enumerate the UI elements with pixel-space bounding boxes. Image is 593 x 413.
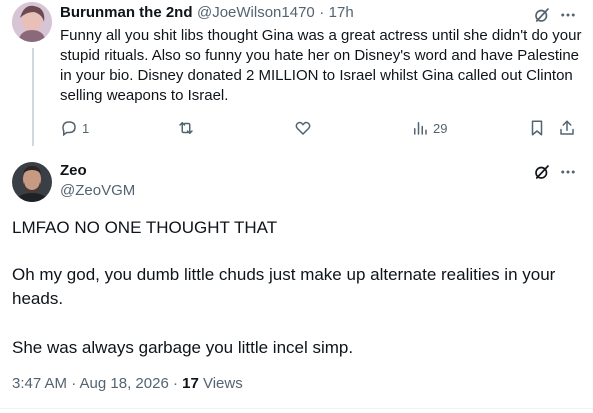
main-text-paragraph-2: Oh my god, you dumb little chuds just ma… <box>12 265 556 308</box>
views-icon <box>411 119 429 137</box>
main-timestamp[interactable]: 3:47 AM · Aug 18, 2026 · <box>12 375 178 392</box>
main-handle[interactable]: @ZeoVGM <box>60 182 135 199</box>
reply-icon <box>60 119 78 137</box>
reply-handle[interactable]: @JoeWilson1470 <box>197 4 315 21</box>
reply-text: Funny all you shit libs thought Gina was… <box>60 27 582 104</box>
divider <box>0 408 593 409</box>
reply-display-name[interactable]: Burunman the 2nd <box>60 4 193 21</box>
like-icon <box>294 119 312 137</box>
share-icon[interactable] <box>558 119 576 137</box>
reply-count: 1 <box>82 120 90 136</box>
retweet-icon <box>176 119 196 137</box>
avatar-zeo[interactable] <box>12 162 52 202</box>
like-button[interactable] <box>294 119 312 137</box>
reply-time[interactable]: 17h <box>329 4 354 21</box>
main-text-paragraph-3: She was always garbage you little incel … <box>12 338 354 357</box>
grok-icon[interactable] <box>532 162 552 182</box>
main-display-name[interactable]: Zeo <box>60 162 87 179</box>
retweet-button[interactable] <box>176 119 196 137</box>
main-text-paragraph-1: LMFAO NO ONE THOUGHT THAT <box>12 218 278 237</box>
reply-button[interactable]: 1 <box>60 119 89 137</box>
views-button[interactable]: 29 <box>411 119 447 137</box>
reply-separator: · <box>319 4 325 21</box>
more-icon[interactable] <box>558 162 578 182</box>
bookmark-icon[interactable] <box>528 119 546 137</box>
thread-line <box>32 48 34 146</box>
avatar-burunman[interactable] <box>12 2 52 42</box>
main-views-label: Views <box>202 375 243 392</box>
main-views-count: 17 <box>182 375 199 392</box>
more-icon[interactable] <box>558 5 578 25</box>
grok-icon[interactable] <box>532 5 552 25</box>
reply-views-count: 29 <box>433 120 448 136</box>
